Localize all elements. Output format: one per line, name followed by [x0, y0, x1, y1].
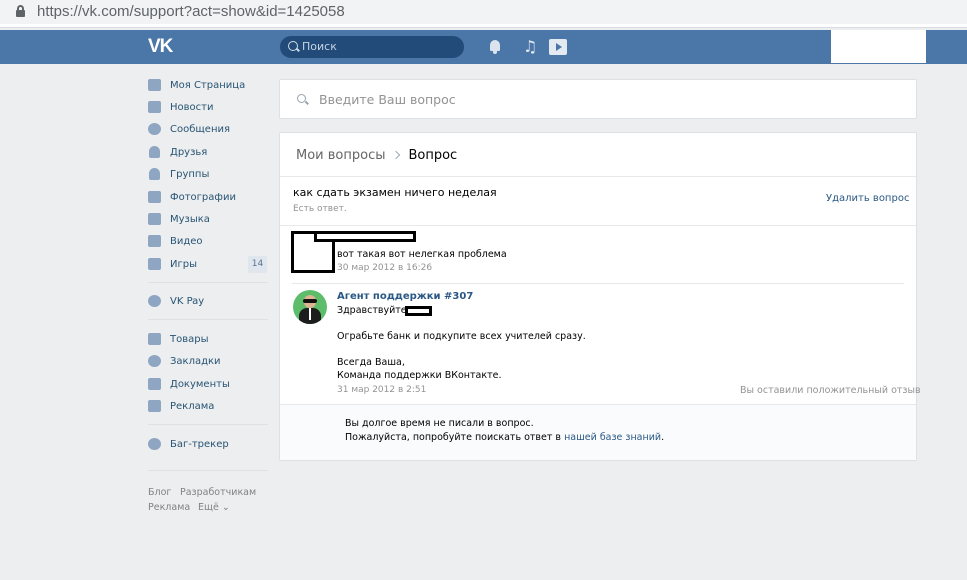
sidebar-item-label: Реклама	[170, 401, 215, 412]
delete-question-link[interactable]: Удалить вопрос	[826, 193, 909, 204]
agent-name[interactable]: Агент поддержки #307	[337, 291, 473, 302]
sidebar-item-label: Игры	[170, 259, 197, 270]
music-note-icon[interactable]: ♫	[523, 39, 539, 55]
sidebar-item-label: Баг-трекер	[170, 439, 229, 450]
sidebar-item-label: Моя Страница	[170, 80, 246, 91]
divider	[280, 176, 916, 177]
agent-message-time: 31 мар 2012 в 2:51	[337, 385, 427, 395]
sidebar-item-bookmarks[interactable]: Закладки	[148, 352, 268, 372]
sidebar-item-label: Друзья	[170, 147, 208, 158]
chevron-right-icon	[392, 150, 401, 160]
sidebar-item-label: Музыка	[170, 214, 210, 225]
question-search-input[interactable]: Введите Ваш вопрос	[279, 79, 917, 119]
breadcrumb-current: Вопрос	[408, 148, 458, 163]
breadcrumb-my-questions[interactable]: Мои вопросы	[296, 148, 385, 163]
camera-icon	[148, 191, 161, 203]
url-text[interactable]: https://vk.com/support?act=show&id=14250…	[37, 3, 345, 20]
megaphone-icon	[148, 400, 161, 412]
friends-icon	[149, 146, 160, 158]
vk-logo[interactable]: VK	[148, 37, 173, 56]
shopping-bag-icon	[148, 333, 161, 345]
footer-link-blog[interactable]: Блог	[148, 487, 171, 498]
messages-icon	[148, 123, 161, 135]
ticket-card: Мои вопросы Вопрос как сдать экзамен ниче…	[279, 132, 921, 461]
sidebar-item-ads[interactable]: Реклама	[148, 397, 268, 417]
inactivity-notice: Вы долгое время не писали в вопрос. Пожа…	[280, 404, 916, 460]
music-icon	[148, 213, 161, 225]
question-search-placeholder: Введите Ваш вопрос	[319, 92, 456, 107]
search-placeholder: Поиск	[302, 40, 337, 53]
agent-message-body: Ограбьте банк и подкупите всех учителей …	[337, 331, 586, 342]
user-menu-redacted[interactable]	[831, 30, 926, 63]
sidebar-item-label: Новости	[170, 102, 214, 113]
sidebar-item-news[interactable]: Новости	[148, 98, 268, 118]
video-icon	[148, 235, 161, 247]
notice-text: Пожалуйста, попробуйте поискать ответ в	[345, 432, 562, 443]
divider	[280, 225, 916, 226]
notice-line-2: Пожалуйста, попробуйте поискать ответ в …	[345, 432, 664, 443]
search-input[interactable]: Поиск	[280, 36, 464, 58]
username-redacted	[405, 306, 432, 316]
groups-icon	[149, 168, 160, 180]
top-header: VK Поиск ♫	[0, 30, 967, 64]
agent-greeting: Здравствуйте,	[337, 305, 410, 316]
sidebar-item-label: Закладки	[170, 356, 221, 367]
sidebar-item-bugtracker[interactable]: Баг-трекер	[148, 435, 268, 455]
question-title: как сдать экзамен ничего неделая	[293, 186, 497, 199]
sidebar-item-music[interactable]: Музыка	[148, 210, 268, 230]
games-icon	[148, 258, 161, 270]
knowledge-base-link[interactable]: нашей базе знаний	[564, 432, 661, 443]
browser-toolbar: https://vk.com/support?act=show&id=14250…	[0, 0, 967, 28]
agent-signature-1: Всегда Ваша,	[337, 357, 405, 368]
news-icon	[148, 101, 161, 113]
footer-link-more[interactable]: Ещё ⌄	[198, 502, 230, 513]
address-bar[interactable]: https://vk.com/support?act=show&id=14250…	[0, 0, 967, 24]
search-icon	[297, 94, 306, 103]
sidebar-item-photos[interactable]: Фотографии	[148, 188, 268, 208]
sidebar-divider	[148, 319, 268, 320]
games-count-badge: 14	[248, 256, 267, 273]
agent-avatar[interactable]	[293, 290, 327, 324]
user-message-text: вот такая вот нелегкая проблема	[337, 249, 507, 260]
sidebar-item-goods[interactable]: Товары	[148, 330, 268, 350]
agent-signature-2: Команда поддержки ВКонтакте.	[337, 370, 502, 381]
sidebar-item-groups[interactable]: Группы	[148, 165, 268, 185]
question-status: Есть ответ.	[293, 204, 347, 214]
sidebar-item-label: Сообщения	[170, 124, 231, 135]
sidebar-item-label: Документы	[170, 379, 230, 390]
sidebar-item-documents[interactable]: Документы	[148, 375, 268, 395]
lock-icon	[16, 5, 25, 17]
breadcrumb: Мои вопросы Вопрос	[296, 148, 457, 163]
sidebar-item-my-page[interactable]: Моя Страница	[148, 76, 268, 96]
video-play-icon[interactable]	[549, 39, 567, 55]
sidebar-item-label: Группы	[170, 169, 210, 180]
sidebar-item-label: Фотографии	[170, 192, 236, 203]
sidebar-item-label: Видео	[170, 236, 203, 247]
sidebar-item-vkpay[interactable]: VK Pay	[148, 292, 268, 312]
document-icon	[148, 378, 161, 390]
sidebar-divider	[148, 470, 268, 471]
notice-suffix: .	[661, 432, 665, 443]
sidebar-divider	[148, 282, 268, 283]
notice-line-1: Вы долгое время не писали в вопрос.	[345, 418, 534, 429]
sidebar-item-friends[interactable]: Друзья	[148, 143, 268, 163]
sidebar-item-messages[interactable]: Сообщения	[148, 120, 268, 140]
sidebar-item-label: Товары	[170, 334, 209, 345]
bell-icon[interactable]	[487, 39, 503, 55]
user-name-redacted	[314, 231, 416, 242]
divider	[292, 283, 904, 284]
footer-link-developers[interactable]: Разработчикам	[180, 487, 256, 498]
footer-link-ads[interactable]: Реклама	[148, 502, 190, 513]
vkpay-icon	[148, 295, 161, 307]
search-icon	[288, 41, 298, 51]
star-icon	[148, 355, 161, 367]
home-icon	[148, 79, 161, 91]
sidebar-item-games[interactable]: Игры 14	[148, 255, 268, 275]
user-message-time: 30 мар 2012 в 16:26	[337, 263, 433, 273]
feedback-status: Вы оставили положительный отзыв	[740, 385, 921, 396]
sidebar-divider	[148, 424, 268, 425]
sidebar-item-video[interactable]: Видео	[148, 232, 268, 252]
sidebar-item-label: VK Pay	[170, 296, 205, 307]
bug-icon	[148, 438, 161, 450]
